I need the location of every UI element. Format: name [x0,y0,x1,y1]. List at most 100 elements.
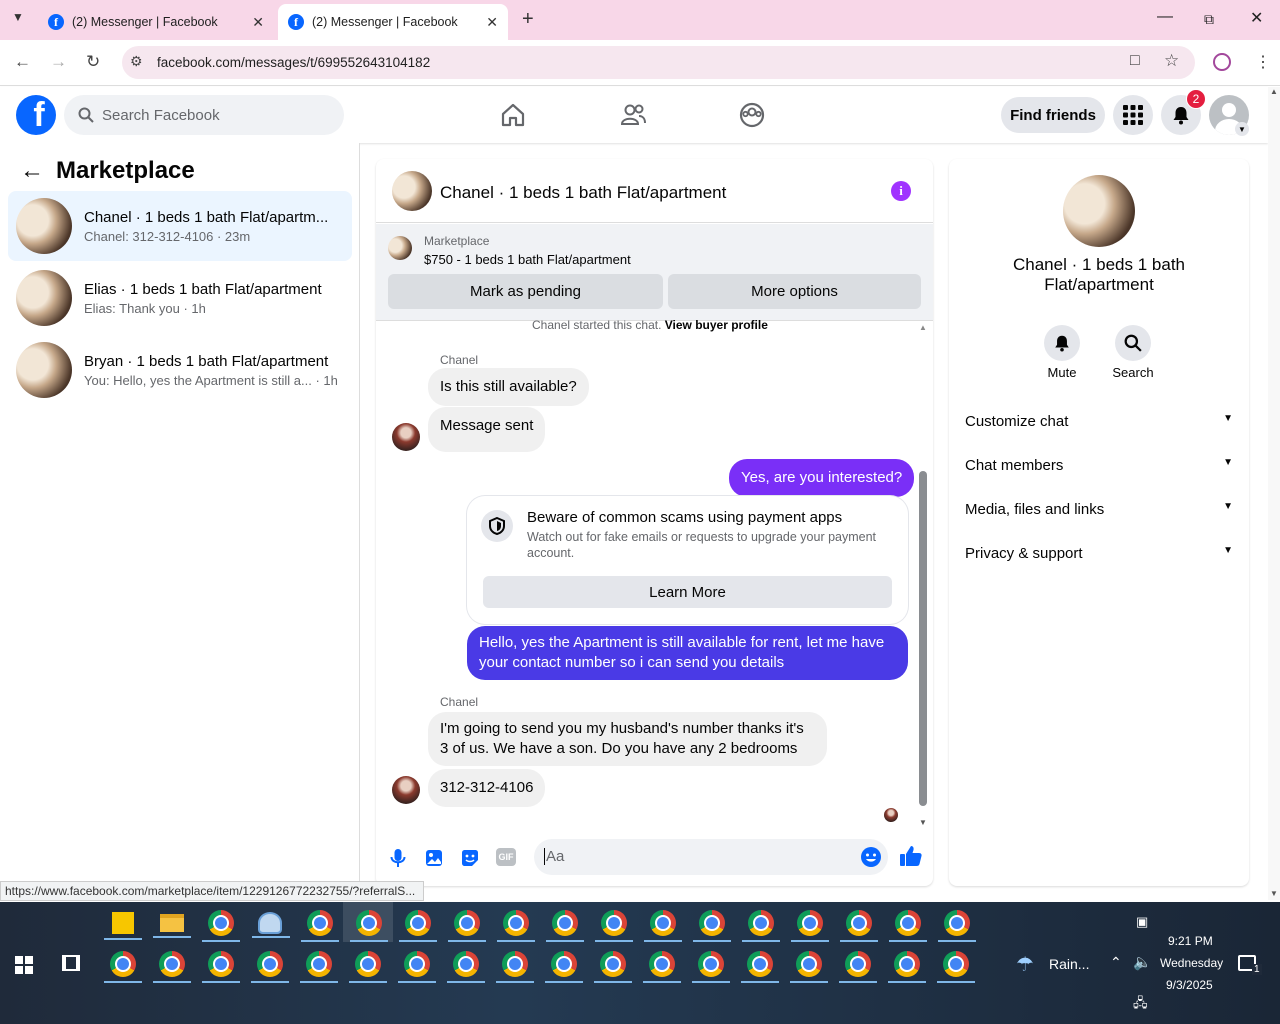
profile-icon[interactable] [1213,53,1231,71]
gif-button[interactable]: GIF [496,848,516,866]
chrome-profile-icon[interactable] [545,951,583,983]
chrome-profile-icon[interactable] [791,910,829,942]
site-info-icon[interactable]: ⚙ [130,53,143,70]
chrome-profile-icon[interactable] [643,951,681,983]
chrome-profile-icon[interactable] [938,910,976,942]
chrome-profile-icon[interactable] [251,951,289,983]
find-friends-button[interactable]: Find friends [1001,97,1105,133]
app-icon[interactable] [252,912,290,938]
chrome-profile-icon[interactable] [350,910,388,942]
home-icon[interactable] [499,101,527,129]
omnibox[interactable]: ⚙ facebook.com/messages/t/69955264310418… [122,46,1195,79]
chrome-profile-icon[interactable] [839,951,877,983]
menu-grid-button[interactable] [1113,95,1153,135]
bookmark-star-icon[interactable]: ☆ [1164,51,1179,71]
details-avatar[interactable] [1063,175,1135,247]
conversation-item[interactable]: Bryan · 1 beds 1 bath Flat/apartment You:… [8,335,352,405]
page-scrollbar[interactable]: ▲ ▼ [1268,87,1280,900]
outgoing-message[interactable]: Yes, are you interested? [729,459,915,497]
more-options-button[interactable]: More options [668,274,921,309]
chrome-profile-icon[interactable] [153,951,191,983]
file-explorer-icon[interactable] [153,914,191,938]
url-text[interactable]: facebook.com/messages/t/699552643104182 [157,55,430,70]
browser-menu-icon[interactable]: ⋮ [1255,52,1271,72]
groups-icon[interactable] [738,101,766,129]
chrome-profile-icon[interactable] [790,951,828,983]
conversation-item[interactable]: Chanel · 1 beds 1 bath Flat/apartm... Cha… [8,191,352,261]
chrome-profile-icon[interactable] [742,910,780,942]
mark-as-pending-button[interactable]: Mark as pending [388,274,663,309]
show-hidden-icons-chevron-icon[interactable]: ⌃ [1110,954,1122,971]
incoming-message[interactable]: Message sent [428,407,546,452]
incoming-message[interactable]: Is this still available? [428,368,589,406]
browser-tab-1[interactable]: f (2) Messenger | Facebook ✕ [38,4,274,40]
view-buyer-profile-link[interactable]: View buyer profile [665,318,768,332]
minimize-icon[interactable]: — [1157,8,1173,26]
volume-icon[interactable]: 🔈 [1133,953,1152,971]
chrome-profile-icon[interactable] [349,951,387,983]
chrome-profile-icon[interactable] [595,910,633,942]
learn-more-button[interactable]: Learn More [483,576,892,608]
listing-thumbnail[interactable] [388,236,412,260]
conversation-item[interactable]: Elias · 1 beds 1 bath Flat/apartment Elia… [8,263,352,333]
privacy-support-section[interactable]: Privacy & support ▼ [965,545,1233,562]
chrome-profile-icon[interactable] [447,951,485,983]
account-chevron-icon[interactable]: ▼ [1235,122,1249,136]
chrome-profile-icon[interactable] [448,910,486,942]
network-icon[interactable]: 🖧 [1133,994,1148,1016]
customize-chat-section[interactable]: Customize chat ▼ [965,413,1233,430]
chrome-profile-icon[interactable] [398,951,436,983]
microphone-icon[interactable] [387,847,409,869]
chrome-profile-icon[interactable] [301,910,339,942]
sticker-icon[interactable] [459,847,481,869]
outgoing-message[interactable]: Hello, yes the Apartment is still availa… [467,626,908,680]
listing-title[interactable]: $750 - 1 beds 1 bath Flat/apartment [424,252,631,267]
browser-tab-2[interactable]: f (2) Messenger | Facebook ✕ [278,4,508,40]
scroll-thumb[interactable] [919,471,927,806]
chrome-profile-icon[interactable] [937,951,975,983]
close-tab-icon[interactable]: ✕ [252,14,264,31]
facebook-logo-icon[interactable]: f [16,95,56,135]
install-app-icon[interactable]: □ [1130,52,1140,70]
task-view-icon[interactable] [62,955,80,971]
scroll-down-arrow-icon[interactable]: ▼ [1268,889,1280,898]
back-arrow-icon[interactable]: ← [20,157,44,185]
chrome-profile-icon[interactable] [692,951,730,983]
incoming-message[interactable]: I'm going to send you my husband's numbe… [428,712,827,766]
chrome-profile-icon[interactable] [497,910,535,942]
clock-time[interactable]: 9:21 PM [1168,934,1213,948]
clock-day[interactable]: Wednesday [1160,956,1223,970]
scroll-down-icon[interactable]: ▼ [917,818,929,827]
chrome-profile-icon[interactable] [300,951,338,983]
chrome-profile-icon[interactable] [594,951,632,983]
chrome-profile-icon[interactable] [546,910,584,942]
chrome-profile-icon[interactable] [399,910,437,942]
weather-text[interactable]: Rain... [1049,956,1089,972]
incoming-message[interactable]: 312-312-4106 [428,769,546,807]
back-icon[interactable]: ← [14,52,31,72]
sticky-notes-icon[interactable] [104,912,142,940]
search-facebook-input[interactable]: Search Facebook [64,95,344,135]
weather-umbrella-icon[interactable]: ☂ [1016,952,1034,977]
close-window-icon[interactable]: ✕ [1250,8,1263,28]
chrome-icon[interactable] [202,910,240,942]
info-icon[interactable]: i [891,181,911,201]
chrome-profile-icon[interactable] [496,951,534,983]
emoji-icon[interactable] [860,846,882,868]
forward-icon[interactable]: → [50,52,67,72]
chat-scrollbar[interactable]: ▲ ▼ [917,321,929,827]
chat-title[interactable]: Chanel · 1 beds 1 bath Flat/apartment [440,183,726,203]
close-tab-icon[interactable]: ✕ [486,14,498,31]
message-input[interactable]: Aa [534,839,888,875]
tab-list-chevron-icon[interactable]: ▼ [12,10,24,24]
search-in-chat-button[interactable] [1115,325,1151,361]
chrome-profile-icon[interactable] [104,951,142,983]
thumbs-up-icon[interactable] [899,844,923,868]
chat-members-section[interactable]: Chat members ▼ [965,457,1233,474]
scroll-up-arrow-icon[interactable]: ▲ [1268,87,1280,96]
windows-start-icon[interactable] [15,956,33,974]
reload-icon[interactable]: ↻ [86,52,100,72]
chrome-profile-icon[interactable] [889,910,927,942]
chrome-profile-icon[interactable] [202,951,240,983]
chrome-profile-icon[interactable] [693,910,731,942]
